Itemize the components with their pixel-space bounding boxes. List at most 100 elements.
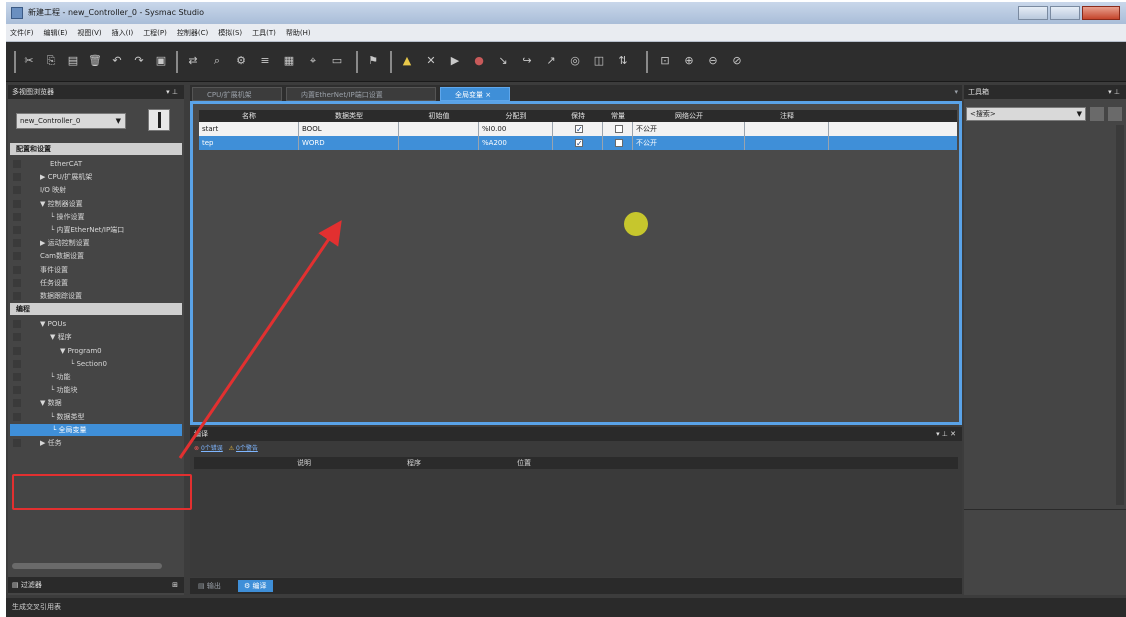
menu-tools[interactable]: 工具(T) bbox=[252, 28, 276, 38]
tab-build[interactable]: ⚙ 编译 bbox=[238, 580, 273, 592]
online-icon[interactable]: ⚑ bbox=[366, 54, 380, 68]
filter-expand-icon[interactable]: ⊞ bbox=[172, 577, 178, 593]
toolbox-search-icon[interactable] bbox=[1090, 107, 1104, 121]
search-replace-icon[interactable]: ⌕ bbox=[210, 54, 224, 68]
step-out-icon[interactable]: ↗ bbox=[544, 54, 558, 68]
tree-item[interactable]: └ 内置EtherNet/IP端口 bbox=[8, 224, 184, 236]
col-program[interactable]: 程序 bbox=[384, 457, 444, 469]
find-icon[interactable]: ⌖ bbox=[306, 54, 320, 68]
warning-icon[interactable]: ▲ bbox=[400, 54, 414, 68]
tree-item[interactable]: ▼ Program0 bbox=[8, 345, 184, 357]
close-button[interactable] bbox=[1082, 6, 1120, 20]
menu-edit[interactable]: 编辑(E) bbox=[44, 28, 68, 38]
menu-project[interactable]: 工程(P) bbox=[143, 28, 167, 38]
var-at[interactable]: %A200 bbox=[479, 136, 553, 150]
var-comment[interactable] bbox=[745, 122, 829, 136]
menu-help[interactable]: 帮助(H) bbox=[286, 28, 311, 38]
tree-item[interactable]: ▶ 任务 bbox=[8, 437, 184, 449]
cut-icon[interactable]: ✂ bbox=[22, 54, 36, 68]
tree-item[interactable]: └ 功能块 bbox=[8, 384, 184, 396]
col-at[interactable]: 分配到 bbox=[479, 110, 553, 122]
tree-item[interactable]: └ Section0 bbox=[8, 358, 184, 370]
tree-item[interactable]: Cam数据设置 bbox=[8, 250, 184, 262]
tree-item[interactable]: ▶ 运动控制设置 bbox=[8, 237, 184, 249]
tree-item[interactable]: 事件设置 bbox=[8, 264, 184, 276]
toolbox-sort-icon[interactable] bbox=[1108, 107, 1122, 121]
paste-icon[interactable]: ▤ bbox=[66, 54, 80, 68]
col-initial-value[interactable]: 初始值 bbox=[399, 110, 479, 122]
zoom-reset-icon[interactable]: ⊘ bbox=[730, 54, 744, 68]
menu-file[interactable]: 文件(F) bbox=[10, 28, 34, 38]
tree-item[interactable]: EtherCAT bbox=[8, 158, 184, 170]
constant-checkbox[interactable] bbox=[603, 122, 633, 136]
zoom-out-icon[interactable]: ⊖ bbox=[706, 54, 720, 68]
copy-icon[interactable]: ⎘ bbox=[44, 54, 58, 68]
build-icon[interactable]: ⚙ bbox=[234, 54, 248, 68]
var-initial[interactable] bbox=[399, 122, 479, 136]
save-icon[interactable]: ▣ bbox=[154, 54, 168, 68]
stop-icon[interactable]: ✕ bbox=[424, 54, 438, 68]
col-retain[interactable]: 保持 bbox=[553, 110, 603, 122]
var-name[interactable]: tep bbox=[199, 136, 299, 150]
run-icon[interactable]: ▶ bbox=[448, 54, 462, 68]
col-constant[interactable]: 常量 bbox=[603, 110, 633, 122]
col-data-type[interactable]: 数据类型 bbox=[299, 110, 399, 122]
var-type[interactable]: BOOL bbox=[299, 122, 399, 136]
retain-checkbox[interactable] bbox=[553, 136, 603, 150]
zoom-in-icon[interactable]: ⊕ bbox=[682, 54, 696, 68]
step-in-icon[interactable]: ↘ bbox=[496, 54, 510, 68]
tab-cpu-rack[interactable]: CPU/扩展机架 bbox=[192, 87, 282, 101]
tree-item[interactable]: ▶ CPU/扩展机架 bbox=[8, 171, 184, 183]
pin-icon[interactable]: ▾ ⊥ bbox=[1108, 85, 1120, 99]
menu-controller[interactable]: 控制器(C) bbox=[177, 28, 208, 38]
warnings-filter[interactable]: 0个警告 bbox=[236, 445, 258, 452]
fit-icon[interactable]: ⊡ bbox=[658, 54, 672, 68]
tree-item[interactable]: ▼ 控制器设置 bbox=[8, 198, 184, 210]
pin-icon[interactable]: ▾ ⊥ bbox=[166, 85, 178, 99]
retain-checkbox[interactable] bbox=[553, 122, 603, 136]
col-location[interactable]: 位置 bbox=[484, 457, 564, 469]
step-over-icon[interactable]: ↪ bbox=[520, 54, 534, 68]
tree-section-header[interactable]: 编程 bbox=[10, 303, 182, 316]
undo-icon[interactable]: ↶ bbox=[110, 54, 124, 68]
col-comment[interactable]: 注释 bbox=[745, 110, 829, 122]
col-name[interactable]: 名称 bbox=[199, 110, 299, 122]
panel-close-icon[interactable]: ▾ ⊥ ✕ bbox=[936, 427, 956, 441]
tree-item[interactable]: └ 全局变量 bbox=[10, 423, 182, 436]
col-description[interactable]: 说明 bbox=[254, 457, 354, 469]
tab-global-variables[interactable]: 全局变量 × bbox=[440, 87, 510, 101]
var-name[interactable]: start bbox=[199, 122, 299, 136]
delete-icon[interactable]: 🗑 bbox=[88, 54, 102, 68]
var-network[interactable]: 不公开 bbox=[633, 122, 745, 136]
controller-combo[interactable]: new_Controller_0 ▼ bbox=[16, 113, 126, 129]
var-initial[interactable] bbox=[399, 136, 479, 150]
maximize-button[interactable] bbox=[1050, 6, 1080, 20]
var-at[interactable]: %I0.00 bbox=[479, 122, 553, 136]
tree-item[interactable]: ▼ 数据 bbox=[8, 397, 184, 409]
tree-item[interactable]: └ 功能 bbox=[8, 371, 184, 383]
menu-insert[interactable]: 插入(I) bbox=[112, 28, 134, 38]
tree-item[interactable]: ▼ 程序 bbox=[8, 331, 184, 343]
cross-reference-icon[interactable]: ⇄ bbox=[186, 54, 200, 68]
table-row[interactable]: start BOOL %I0.00 不公开 bbox=[199, 122, 957, 136]
col-network-publish[interactable]: 网络公开 bbox=[633, 110, 745, 122]
tree-item[interactable]: I/O 映射 bbox=[8, 184, 184, 196]
var-type[interactable]: WORD bbox=[299, 136, 399, 150]
layout-icon[interactable]: ▦ bbox=[282, 54, 296, 68]
tree-item[interactable]: └ 操作设置 bbox=[8, 211, 184, 223]
tab-ethernet-port[interactable]: 内置EtherNet/IP端口设置 bbox=[286, 87, 436, 101]
menu-view[interactable]: 视图(V) bbox=[77, 28, 101, 38]
controller-toggle-icon[interactable] bbox=[148, 109, 170, 131]
compare-icon[interactable]: ≡ bbox=[258, 54, 272, 68]
var-network[interactable]: 不公开 bbox=[633, 136, 745, 150]
tree-item[interactable]: ▼ POUs bbox=[8, 318, 184, 330]
toolbox-scrollbar[interactable] bbox=[1116, 125, 1124, 505]
tab-list-icon[interactable]: ▾ bbox=[954, 88, 958, 96]
constant-checkbox[interactable] bbox=[603, 136, 633, 150]
transfer-icon[interactable]: ⇅ bbox=[616, 54, 630, 68]
tree-scrollbar[interactable] bbox=[12, 563, 162, 569]
tree-item[interactable]: 数据跟踪设置 bbox=[8, 290, 184, 302]
tree-section-header[interactable]: 配置和设置 bbox=[10, 143, 182, 155]
redo-icon[interactable]: ↷ bbox=[132, 54, 146, 68]
reset-icon[interactable]: ● bbox=[472, 54, 486, 68]
